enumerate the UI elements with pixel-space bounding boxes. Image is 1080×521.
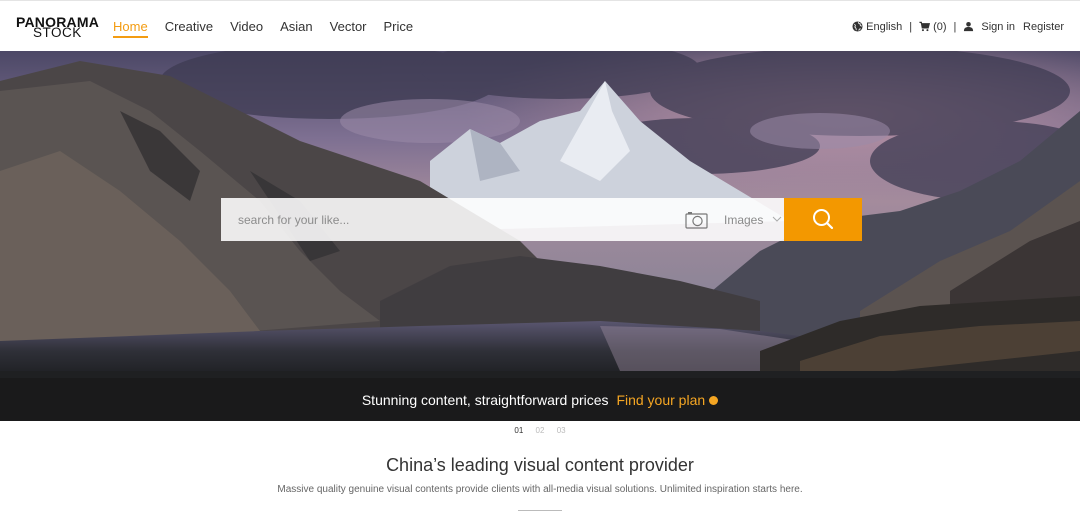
pager-item[interactable]: 02	[536, 426, 545, 435]
language-switcher[interactable]: English	[852, 21, 902, 33]
arrow-circle-icon	[709, 395, 719, 405]
pager-item[interactable]: 01	[514, 426, 523, 435]
top-header: PANORAMA STOCK Home Creative Video Asian…	[0, 0, 1080, 51]
search-input[interactable]	[221, 198, 671, 241]
section-title: China’s leading visual content provider	[386, 455, 694, 475]
nav-item-price[interactable]: Price	[384, 1, 414, 52]
globe-icon	[852, 21, 863, 32]
search-box: Images	[221, 198, 862, 241]
find-plan-label: Find your plan	[616, 392, 706, 408]
nav-item-asian[interactable]: Asian	[280, 1, 313, 52]
main-nav: Home Creative Video Asian Vector Price	[113, 1, 430, 52]
register-link[interactable]: Register	[1023, 21, 1064, 33]
nav-item-home[interactable]: Home	[113, 1, 148, 52]
camera-icon[interactable]	[685, 211, 708, 229]
separator: |	[909, 20, 913, 33]
separator: |	[953, 20, 957, 33]
media-type-select[interactable]: Images	[720, 198, 784, 241]
search-button[interactable]	[784, 198, 862, 241]
logo-line-2: STOCK	[33, 25, 82, 40]
slide-pager: 01 02 03	[0, 426, 1080, 435]
promo-text: Stunning content, straightforward prices	[361, 392, 609, 408]
divider	[518, 510, 562, 511]
cart-link[interactable]: (0)	[919, 20, 947, 33]
register-label: Register	[1023, 20, 1064, 33]
find-plan-link[interactable]: Find your plan	[616, 392, 719, 408]
hero-banner: Images Stunning content, straightforward…	[0, 51, 1080, 421]
cart-icon	[919, 21, 931, 32]
search-icon	[813, 209, 834, 230]
utility-bar: English | (0) | Sign in Register	[852, 1, 1064, 52]
nav-item-video[interactable]: Video	[230, 1, 263, 52]
sign-in-label: Sign in	[981, 20, 1016, 33]
nav-item-creative[interactable]: Creative	[165, 1, 213, 52]
media-type-label: Images	[724, 213, 764, 227]
user-icon	[964, 22, 974, 32]
language-label: English	[866, 20, 903, 33]
promo-bar: Stunning content, straightforward prices…	[0, 378, 1080, 421]
sign-in-link[interactable]: Sign in	[963, 21, 1015, 33]
nav-item-vector[interactable]: Vector	[330, 1, 367, 52]
cart-count: (0)	[933, 20, 947, 33]
logo[interactable]: PANORAMA STOCK	[16, 15, 99, 41]
chevron-down-icon	[772, 216, 782, 222]
pager-item[interactable]: 03	[557, 426, 566, 435]
section-subtitle: Massive quality genuine visual contents …	[277, 484, 803, 495]
